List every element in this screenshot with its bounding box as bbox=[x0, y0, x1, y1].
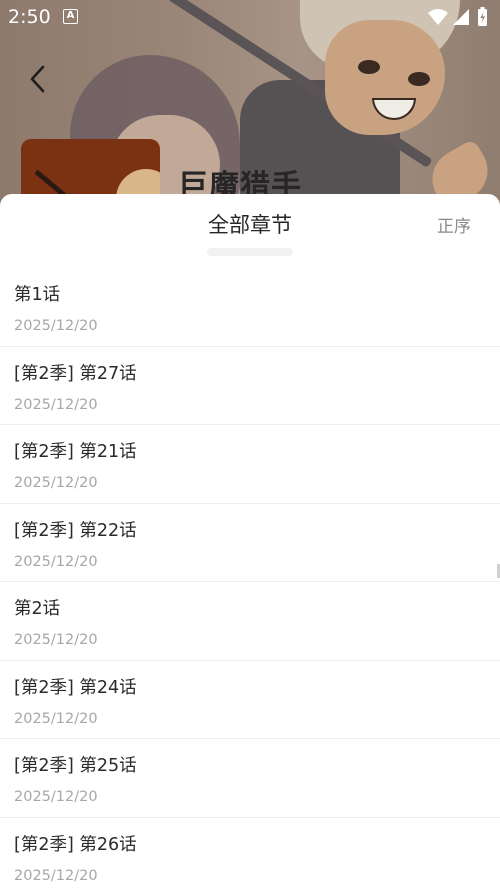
sheet-title: 全部章节 bbox=[208, 213, 292, 237]
chapter-date: 2025/12/20 bbox=[14, 553, 98, 570]
chapter-date: 2025/12/20 bbox=[14, 318, 98, 334]
battery-icon bbox=[478, 7, 487, 26]
chapter-list: 第1话 2025/12/20 [第2季] 第27话 2025/12/20 [第2… bbox=[0, 268, 500, 888]
chapter-name: 第2话 bbox=[14, 599, 61, 619]
chapter-name: [第2季] 第24话 bbox=[14, 677, 137, 698]
artwork-eye bbox=[408, 72, 430, 86]
back-button[interactable] bbox=[22, 62, 56, 96]
chapter-name: [第2季] 第22话 bbox=[14, 520, 137, 541]
chapter-name: [第2季] 第26话 bbox=[14, 834, 137, 855]
chapter-name: [第2季] 第21话 bbox=[14, 442, 137, 462]
chapter-name: [第2季] 第25话 bbox=[14, 756, 137, 776]
chapter-item[interactable]: [第2季] 第22话 2025/12/20 bbox=[0, 504, 500, 582]
chapter-date: 2025/12/20 bbox=[14, 789, 98, 805]
chapter-item[interactable]: 第2话 2025/12/20 bbox=[0, 582, 500, 661]
status-bar: 2:50 A bbox=[0, 0, 500, 34]
chapter-item[interactable]: [第2季] 第24话 2025/12/20 bbox=[0, 661, 500, 739]
chapter-item[interactable]: 第1话 2025/12/20 bbox=[0, 268, 500, 347]
drag-handle[interactable] bbox=[207, 248, 293, 256]
chapter-item[interactable]: [第2季] 第21话 2025/12/20 bbox=[0, 425, 500, 504]
chevron-left-icon bbox=[30, 65, 45, 93]
chapter-name: 第1话 bbox=[14, 285, 61, 305]
artwork-eye bbox=[358, 60, 380, 74]
chapter-item[interactable]: [第2季] 第27话 2025/12/20 bbox=[0, 347, 500, 425]
chapter-item[interactable]: [第2季] 第26话 2025/12/20 bbox=[0, 818, 500, 888]
chapter-date: 2025/12/20 bbox=[14, 632, 98, 648]
chapter-sheet: 全部章节 正序 第1话 2025/12/20 [第2季] 第27话 2025/1… bbox=[0, 194, 500, 888]
sort-order-button[interactable]: 正序 bbox=[437, 212, 471, 237]
chapter-date: 2025/12/20 bbox=[14, 710, 98, 727]
signal-icon bbox=[453, 9, 469, 25]
status-icons bbox=[426, 6, 492, 32]
status-time: 2:50 bbox=[8, 6, 51, 28]
wifi-icon bbox=[428, 9, 448, 25]
chapter-date: 2025/12/20 bbox=[14, 475, 98, 491]
status-a-icon: A bbox=[63, 9, 78, 24]
chapter-name: [第2季] 第27话 bbox=[14, 363, 137, 384]
sheet-header: 全部章节 正序 bbox=[0, 194, 500, 268]
chapter-item[interactable]: [第2季] 第25话 2025/12/20 bbox=[0, 739, 500, 818]
chapter-date: 2025/12/20 bbox=[14, 396, 98, 413]
chapter-date: 2025/12/20 bbox=[14, 867, 98, 884]
